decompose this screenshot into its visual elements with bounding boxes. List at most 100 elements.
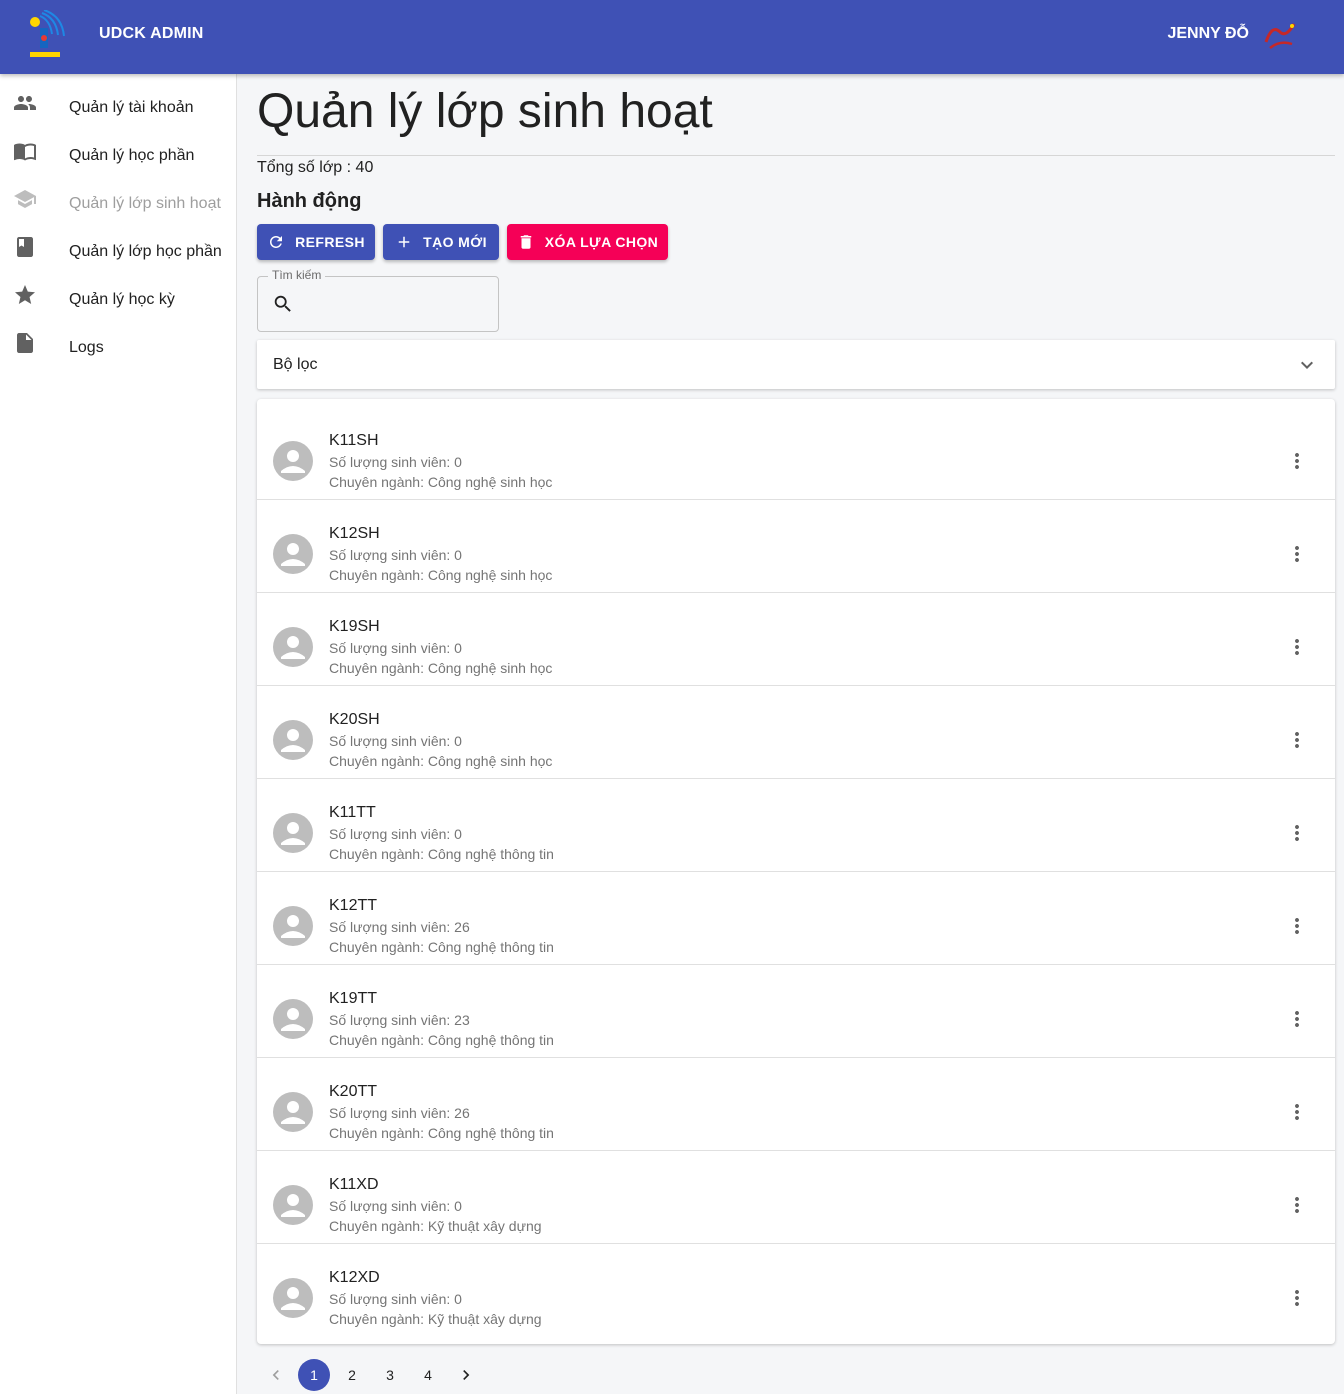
delete-button-label: XÓA LỰA CHỌN <box>544 234 659 250</box>
major: Chuyên ngành: Công nghệ thông tin <box>329 939 554 955</box>
class-name: K11TT <box>329 804 376 821</box>
page-button-1[interactable]: 1 <box>298 1359 330 1391</box>
student-count: Số lượng sinh viên: 0 <box>329 640 462 656</box>
school-icon <box>14 190 36 208</box>
avatar <box>273 1278 313 1318</box>
refresh-icon <box>270 236 283 248</box>
sidebar-item-label: Quản lý tài khoản <box>69 99 194 116</box>
person-icon <box>281 1101 305 1124</box>
list-item[interactable]: K20SH Số lượng sinh viên: 0 Chuyên ngành… <box>257 686 1335 779</box>
class-name: K20SH <box>329 711 380 728</box>
person-icon <box>281 915 305 938</box>
avatar <box>273 813 313 853</box>
more-vert-icon[interactable] <box>1285 1286 1309 1310</box>
student-count: Số lượng sinh viên: 0 <box>329 1198 462 1214</box>
more-vert-icon[interactable] <box>1285 635 1309 659</box>
list-item[interactable]: K11XD Số lượng sinh viên: 0 Chuyên ngành… <box>257 1151 1335 1244</box>
list-item[interactable]: K11TT Số lượng sinh viên: 0 Chuyên ngành… <box>257 779 1335 872</box>
class-name: K12TT <box>329 897 378 914</box>
sidebar: Quản lý tài khoản Quản lý học phần Quản … <box>0 74 237 1394</box>
class-name: K19SH <box>329 618 380 635</box>
avatar <box>273 1185 313 1225</box>
person-icon <box>281 1287 305 1310</box>
filter-accordion[interactable]: Bộ lọc <box>257 340 1335 389</box>
class-name: K12XD <box>329 1269 380 1286</box>
avatar <box>273 906 313 946</box>
avatar <box>273 627 313 667</box>
create-button[interactable]: TẠO MỚI <box>383 224 499 260</box>
sidebar-item-logs[interactable]: Logs <box>0 319 236 367</box>
create-button-label: TẠO MỚI <box>423 234 487 250</box>
person-icon <box>281 822 305 845</box>
more-vert-icon[interactable] <box>1285 542 1309 566</box>
total-count: Tổng số lớp : 40 <box>257 159 374 176</box>
udck-logo-icon[interactable] <box>24 10 66 62</box>
more-vert-icon[interactable] <box>1285 449 1309 473</box>
sidebar-item-label: Quản lý lớp học phần <box>69 243 222 260</box>
person-icon <box>281 729 305 752</box>
list-item[interactable]: K20TT Số lượng sinh viên: 26 Chuyên ngàn… <box>257 1058 1335 1151</box>
more-vert-icon[interactable] <box>1285 728 1309 752</box>
page-title: Quản lý lớp sinh hoạt <box>257 85 713 138</box>
sidebar-item-semesters[interactable]: Quản lý học kỳ <box>0 271 236 319</box>
sidebar-item-label: Quản lý lớp sinh hoạt <box>69 195 221 212</box>
refresh-button[interactable]: REFRESH <box>257 224 375 260</box>
student-count: Số lượng sinh viên: 0 <box>329 1291 462 1307</box>
major: Chuyên ngành: Công nghệ thông tin <box>329 1032 554 1048</box>
more-vert-icon[interactable] <box>1285 821 1309 845</box>
actions-heading: Hành động <box>257 190 362 212</box>
page-button-4[interactable]: 4 <box>412 1359 444 1391</box>
major: Chuyên ngành: Công nghệ thông tin <box>329 1125 554 1141</box>
user-name[interactable]: JENNY ĐỖ <box>1167 25 1249 43</box>
prev-page-button[interactable] <box>260 1359 292 1391</box>
filter-label: Bộ lọc <box>273 356 318 373</box>
app-title[interactable]: UDCK ADMIN <box>99 25 204 43</box>
search-input[interactable] <box>300 290 490 318</box>
avatar <box>273 1092 313 1132</box>
refresh-button-label: REFRESH <box>295 234 365 250</box>
more-vert-icon[interactable] <box>1285 1100 1309 1124</box>
sidebar-item-accounts[interactable]: Quản lý tài khoản <box>0 79 236 127</box>
list-item[interactable]: K12TT Số lượng sinh viên: 26 Chuyên ngàn… <box>257 872 1335 965</box>
trash-icon <box>520 235 532 249</box>
avatar <box>273 534 313 574</box>
page-button-3[interactable]: 3 <box>374 1359 406 1391</box>
list-item[interactable]: K11SH Số lượng sinh viên: 0 Chuyên ngành… <box>257 407 1335 500</box>
add-icon <box>398 236 410 248</box>
more-vert-icon[interactable] <box>1285 1193 1309 1217</box>
user-avatar-icon[interactable] <box>1262 20 1300 50</box>
avatar <box>273 720 313 760</box>
sidebar-item-homeroom-classes[interactable]: Quản lý lớp sinh hoạt <box>0 175 236 223</box>
class-name: K11XD <box>329 1176 379 1193</box>
major: Chuyên ngành: Công nghệ sinh học <box>329 474 553 490</box>
person-icon <box>281 543 305 566</box>
person-icon <box>281 636 305 659</box>
search-label: Tìm kiếm <box>268 268 326 282</box>
sidebar-item-course-classes[interactable]: Quản lý lớp học phần <box>0 223 236 271</box>
avatar <box>273 441 313 481</box>
major: Chuyên ngành: Kỹ thuật xây dựng <box>329 1218 542 1234</box>
next-page-button[interactable] <box>450 1359 482 1391</box>
list-item[interactable]: K12XD Số lượng sinh viên: 0 Chuyên ngành… <box>257 1244 1335 1337</box>
sidebar-item-courses[interactable]: Quản lý học phần <box>0 127 236 175</box>
page-button-2[interactable]: 2 <box>336 1359 368 1391</box>
file-icon <box>17 333 33 353</box>
chevron-left-icon <box>272 1370 279 1380</box>
delete-selected-button[interactable]: XÓA LỰA CHỌN <box>507 224 668 260</box>
title-divider <box>257 155 1335 156</box>
more-vert-icon[interactable] <box>1285 1007 1309 1031</box>
list-item[interactable]: K12SH Số lượng sinh viên: 0 Chuyên ngành… <box>257 500 1335 593</box>
student-count: Số lượng sinh viên: 23 <box>329 1012 470 1028</box>
more-vert-icon[interactable] <box>1285 914 1309 938</box>
class-name: K20TT <box>329 1083 378 1100</box>
list-item[interactable]: K19TT Số lượng sinh viên: 23 Chuyên ngàn… <box>257 965 1335 1058</box>
major: Chuyên ngành: Công nghệ sinh học <box>329 660 553 676</box>
list-item[interactable]: K19SH Số lượng sinh viên: 0 Chuyên ngành… <box>257 593 1335 686</box>
chevron-down-icon <box>1301 361 1313 369</box>
class-name: K12SH <box>329 525 380 542</box>
chevron-right-icon <box>463 1370 470 1380</box>
major: Chuyên ngành: Công nghệ thông tin <box>329 846 554 862</box>
avatar <box>273 999 313 1039</box>
major: Chuyên ngành: Kỹ thuật xây dựng <box>329 1311 542 1327</box>
class-name: K11SH <box>329 432 379 449</box>
